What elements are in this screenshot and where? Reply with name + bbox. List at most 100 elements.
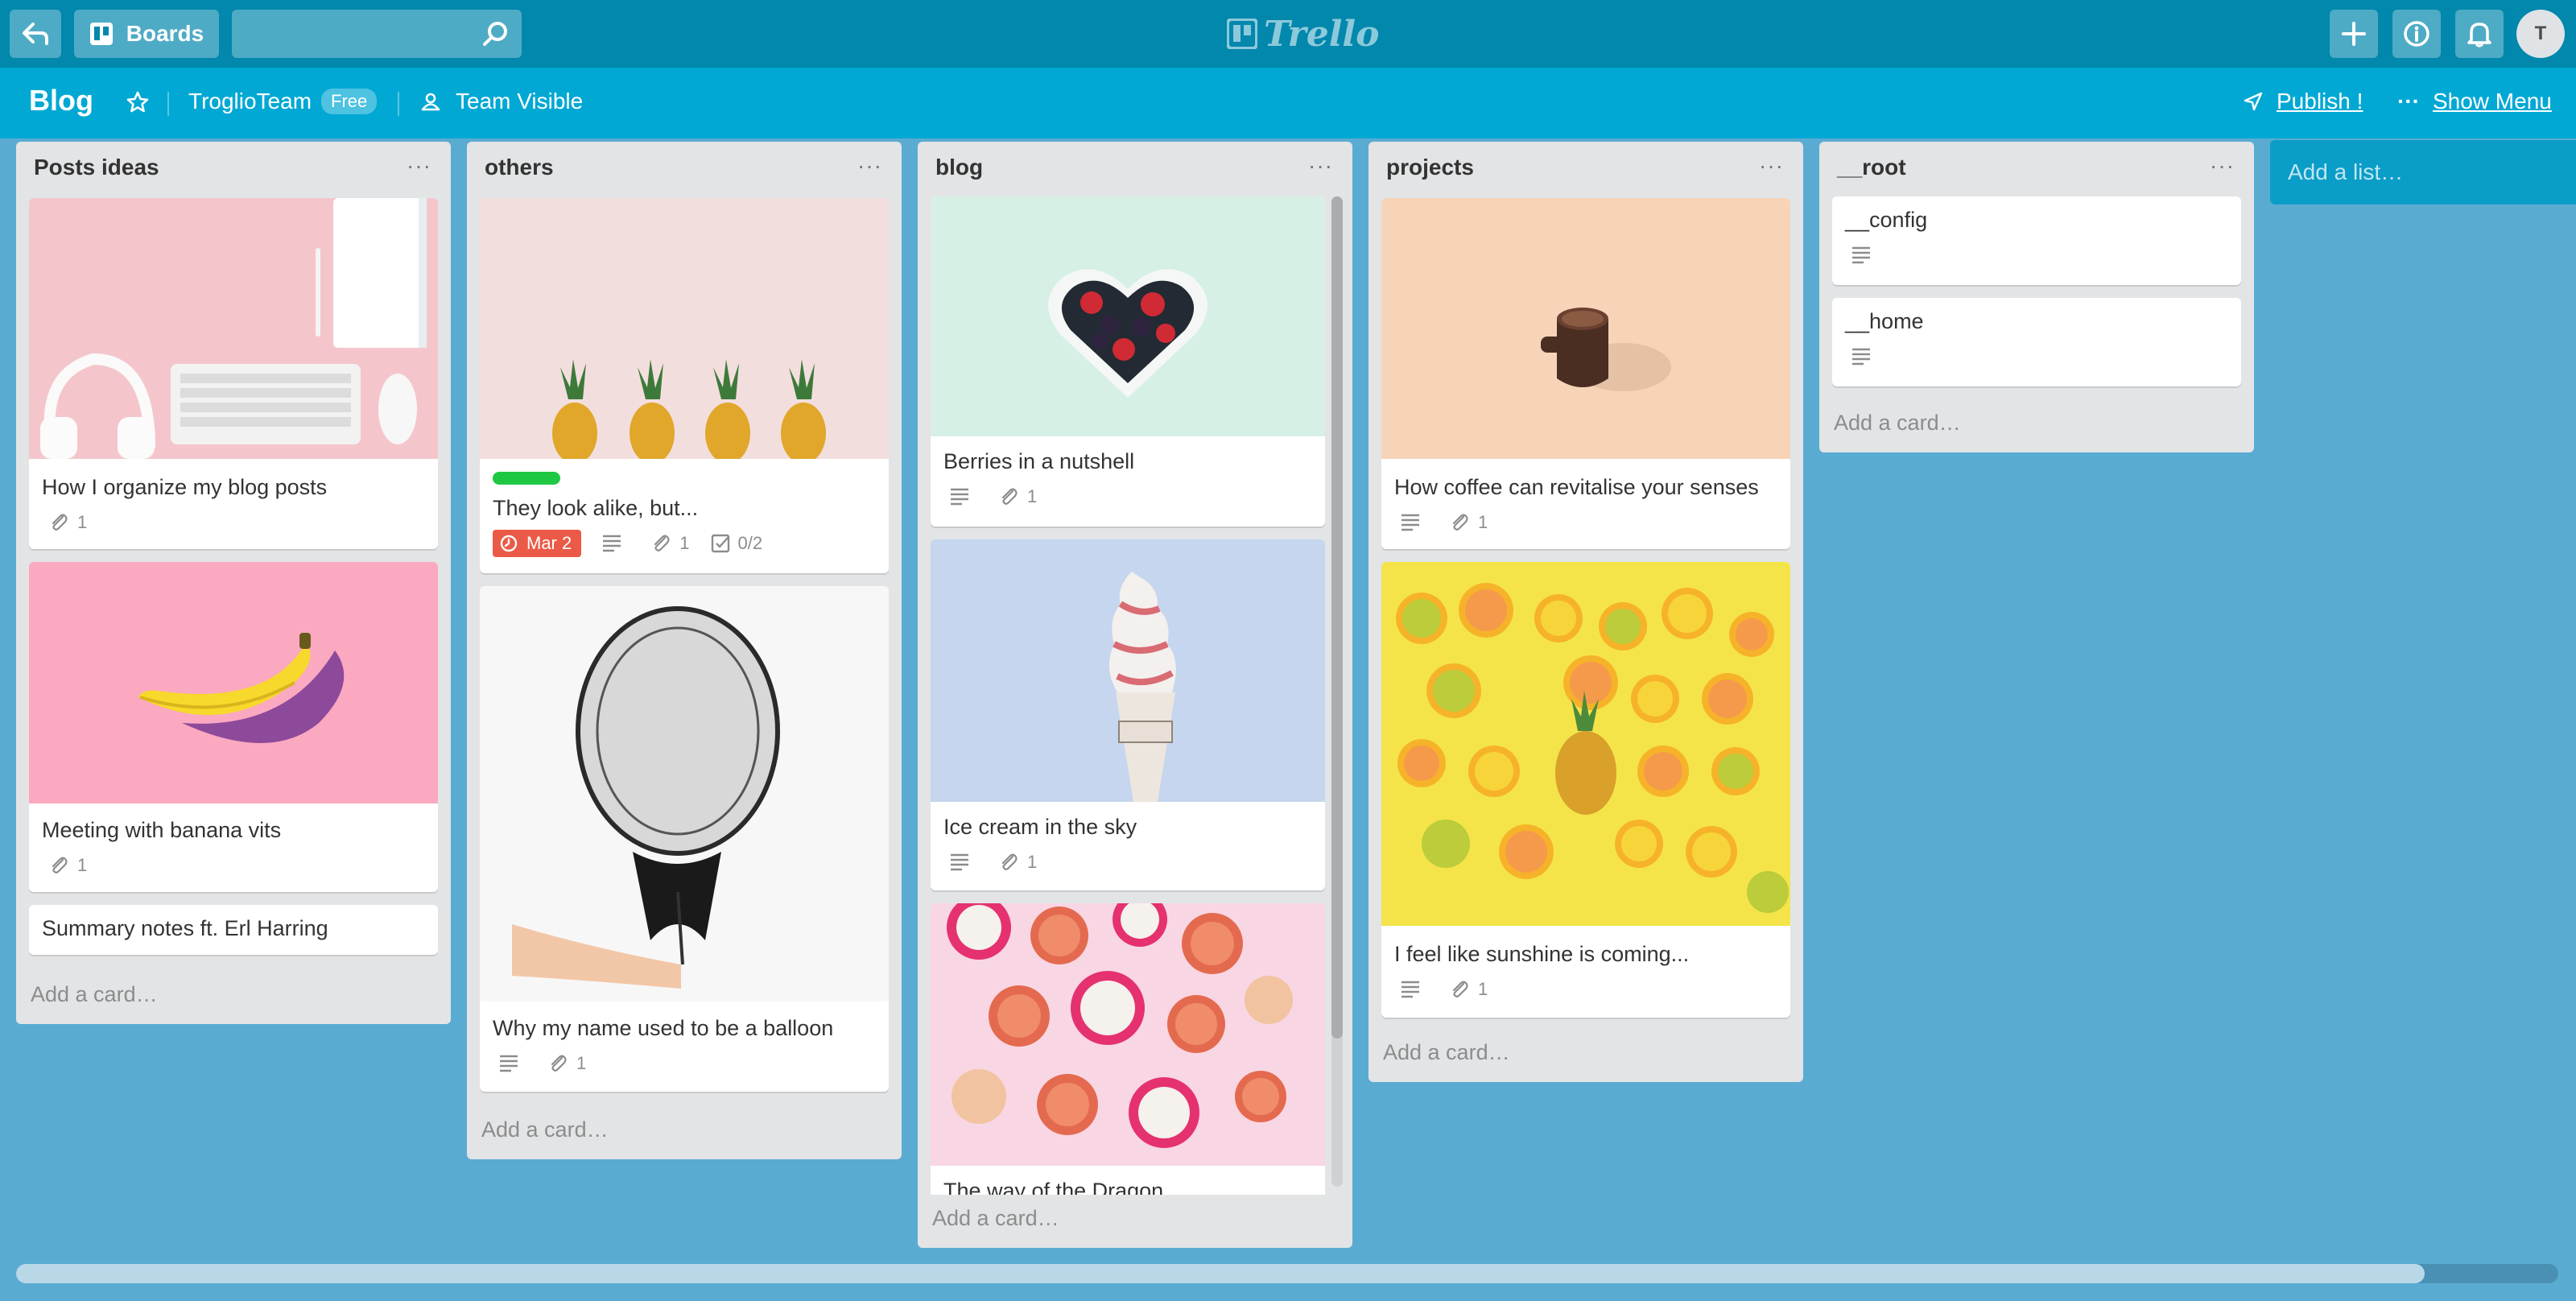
back-button[interactable] — [10, 10, 61, 58]
board-title[interactable]: Blog — [29, 84, 93, 118]
list-title[interactable]: Posts ideas — [34, 155, 159, 180]
card[interactable]: Why my name used to be a balloon 1 — [480, 586, 889, 1092]
paperclip-icon — [1001, 488, 1018, 505]
checklist-badge: 0/2 — [711, 533, 762, 554]
card-title: Summary notes ft. Erl Harring — [42, 916, 328, 940]
add-card-button[interactable]: Add a card… — [1383, 1040, 1510, 1065]
card-cover-image — [931, 539, 1325, 802]
list-header: Posts ideas ··· — [16, 142, 451, 193]
due-date-badge: Mar 2 — [493, 530, 582, 557]
show-menu-link: Show Menu — [2432, 89, 2552, 114]
plus-icon — [2342, 22, 2366, 46]
attachment-count: 1 — [1027, 486, 1038, 506]
divider — [167, 92, 169, 116]
checkbox-icon — [711, 534, 729, 553]
list-scrollbar-thumb[interactable] — [1331, 196, 1343, 1039]
attachment-count: 1 — [1478, 979, 1488, 999]
description-badge — [1401, 514, 1428, 531]
list-title[interactable]: __root — [1837, 155, 1906, 180]
card-cover-image — [1381, 198, 1790, 459]
visibility-button[interactable]: Team Visible — [420, 89, 583, 114]
card-badges: 1 — [1401, 512, 1509, 533]
card[interactable]: __config — [1832, 196, 2241, 285]
description-badge — [499, 1055, 526, 1072]
search-input[interactable] — [232, 10, 522, 58]
team-button[interactable]: TroglioTeam Free — [188, 89, 378, 114]
description-icon — [603, 535, 621, 552]
card[interactable]: Ice cream in the sky 1 — [931, 539, 1325, 890]
card-badges: 1 — [48, 855, 108, 876]
card[interactable]: __home — [1832, 298, 2241, 386]
card[interactable]: Berries in a nutshell 1 — [931, 196, 1325, 527]
card-title: Ice cream in the sky — [943, 815, 1137, 839]
card[interactable]: How I organize my blog posts 1 — [29, 198, 438, 549]
list-title[interactable]: blog — [935, 155, 983, 180]
list-menu-icon[interactable]: ··· — [407, 153, 431, 179]
list-menu-icon[interactable]: ··· — [2210, 153, 2235, 179]
boards-button[interactable]: Boards — [74, 10, 219, 58]
card[interactable]: How coffee can revitalise your senses 1 — [1381, 198, 1790, 549]
board-scrollbar-thumb[interactable] — [16, 1264, 2425, 1283]
list-posts-ideas: Posts ideas ··· How I organize my blog p… — [16, 142, 451, 1024]
search-icon[interactable] — [481, 21, 509, 48]
more-icon: ··· — [2397, 89, 2420, 114]
list-title[interactable]: others — [485, 155, 554, 180]
trello-logo[interactable]: Trello — [1227, 14, 1380, 55]
description-icon — [500, 1055, 518, 1072]
card-badges: 1 — [499, 1053, 607, 1074]
add-card-button[interactable]: Add a card… — [1834, 411, 1961, 436]
list-menu-icon[interactable]: ··· — [1308, 153, 1333, 179]
board-header — [0, 68, 2576, 138]
attachment-count: 1 — [77, 512, 88, 532]
description-badge — [950, 488, 977, 506]
boards-icon — [89, 23, 113, 45]
add-card-button[interactable]: Add a card… — [31, 982, 158, 1007]
list-title[interactable]: projects — [1386, 155, 1474, 180]
list-menu-icon[interactable]: ··· — [857, 153, 882, 179]
team-visibility-icon — [421, 93, 440, 111]
description-icon — [1852, 246, 1870, 264]
avatar[interactable]: T — [2516, 10, 2565, 58]
card-cover-image — [931, 903, 1325, 1166]
description-icon — [951, 488, 968, 506]
card[interactable]: Summary notes ft. Erl Harring — [29, 905, 438, 955]
list-header: projects ··· — [1368, 142, 1803, 193]
paperclip-icon — [654, 535, 670, 551]
add-card-button[interactable]: Add a card… — [932, 1206, 1059, 1231]
list-cards-scroll[interactable]: Berries in a nutshell 1 Ice cream in the… — [918, 196, 1352, 1195]
add-list-button[interactable]: Add a list… — [2270, 140, 2576, 204]
show-menu-button[interactable]: ··· Show Menu — [2397, 89, 2552, 114]
card-badges: Mar 2 1 0/2 — [493, 530, 783, 557]
clock-icon — [500, 535, 518, 552]
publish-link: Publish ! — [2277, 89, 2363, 114]
card-title: Berries in a nutshell — [943, 449, 1135, 473]
top-header: Boards Trello T — [0, 0, 2576, 68]
add-card-button[interactable]: Add a card… — [481, 1117, 609, 1142]
team-plan-badge: Free — [321, 89, 378, 114]
card[interactable]: I feel like sunshine is coming... 1 — [1381, 562, 1790, 1018]
notifications-button[interactable] — [2455, 10, 2504, 58]
star-icon[interactable] — [126, 90, 150, 114]
card[interactable]: The way of the Dragon — [931, 903, 1325, 1195]
card-cover-image — [480, 198, 889, 459]
card-badges — [1852, 348, 1900, 366]
add-list-label: Add a list… — [2288, 159, 2404, 184]
list-menu-icon[interactable]: ··· — [1759, 153, 1784, 179]
card[interactable]: They look alike, but... Mar 2 1 0/2 — [480, 198, 889, 573]
card-cover-image — [29, 562, 438, 803]
publish-button[interactable]: Publish ! — [2243, 89, 2363, 114]
bell-icon — [2467, 23, 2491, 47]
list-header: others ··· — [467, 142, 902, 193]
card[interactable]: Meeting with banana vits 1 — [29, 562, 438, 892]
attachment-badge: 1 — [48, 855, 87, 876]
paperclip-icon — [52, 514, 68, 531]
info-button[interactable] — [2392, 10, 2441, 58]
card-badges: 1 — [950, 486, 1058, 507]
attachment-badge: 1 — [650, 533, 690, 554]
card-title: __home — [1845, 309, 1924, 333]
list-projects: projects ··· How coffee can revitalise y… — [1368, 142, 1803, 1082]
attachment-badge: 1 — [998, 486, 1037, 507]
list-blog: blog ··· Berries in a nutshell 1 Ice cre… — [918, 142, 1352, 1248]
add-button[interactable] — [2330, 10, 2378, 58]
card-title: How coffee can revitalise your senses — [1394, 475, 1759, 499]
